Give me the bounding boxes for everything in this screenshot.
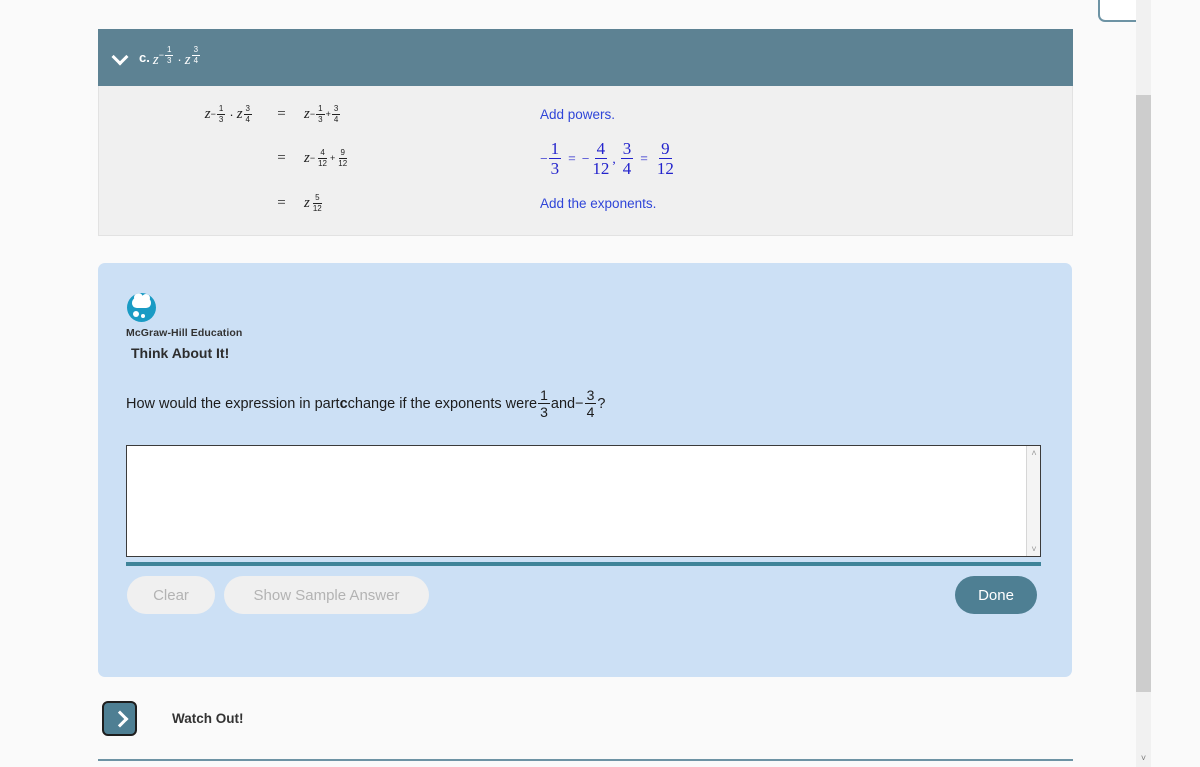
step-3-equals: =: [277, 194, 286, 211]
clear-button[interactable]: Clear: [127, 576, 215, 614]
step-1-right-expression: z −1 3 +3 4: [304, 103, 341, 124]
example-part-label: c.: [139, 50, 150, 65]
step-2-equals: =: [277, 150, 286, 166]
show-sample-answer-button[interactable]: Show Sample Answer: [224, 576, 429, 614]
scroll-up-icon[interactable]: ˄: [1027, 446, 1041, 460]
question-mark: ?: [597, 395, 606, 412]
step-2-right-expression: z −4 12 +9 12: [304, 148, 348, 168]
mcgraw-hill-brand-label: McGraw-Hill Education: [126, 327, 243, 339]
watch-out-label: Watch Out!: [172, 711, 244, 726]
worked-example-steps: z −1 3 · z 3 4 = z −1 3 +3 4 Add powers. = z −4 12 +9…: [99, 86, 1072, 215]
step-2-note-equation: −1 3 = −4 12, 3 4 = 9 12: [540, 139, 674, 178]
step-3-left-spacer: [99, 191, 259, 215]
mcgraw-hill-thought-bubble-icon: [127, 293, 156, 322]
question-minus-sign: −: [575, 395, 584, 412]
done-button[interactable]: Done: [955, 576, 1037, 614]
question-text-part-1: How would the expression in part: [126, 395, 340, 412]
worked-example-body: z −1 3 · z 3 4 = z −1 3 +3 4 Add powers. = z −4 12 +9…: [98, 86, 1073, 236]
watch-out-chevron-right-icon[interactable]: [102, 701, 137, 736]
scroll-down-icon[interactable]: ˅: [1136, 751, 1151, 766]
question-fraction-two: 34: [584, 387, 597, 420]
example-header-expression: z− 1 3 · z 3 4: [152, 44, 201, 69]
chevron-down-icon[interactable]: [112, 49, 129, 66]
step-3-note: Add the exponents.: [540, 195, 657, 211]
worked-example-header[interactable]: c. z− 1 3 · z 3 4: [98, 29, 1073, 86]
answer-scrollbar[interactable]: ˄ ˅: [1026, 446, 1040, 556]
page-scrollbar[interactable]: ˅: [1136, 0, 1151, 767]
step-1-equals: =: [277, 105, 286, 122]
question-part-letter: c: [339, 395, 348, 412]
answer-input[interactable]: [127, 446, 1026, 556]
step-1-left-expression: z −1 3 · z 3 4: [204, 103, 252, 124]
question-conjunction: and: [550, 395, 576, 412]
page-scrollbar-thumb[interactable]: [1136, 95, 1151, 692]
step-1-note: Add powers.: [540, 106, 616, 122]
answer-underline-divider: [126, 562, 1041, 566]
step-3-right-expression: z 5 12: [304, 192, 322, 213]
think-about-it-question: How would the expression in part c chang…: [126, 388, 605, 419]
bottom-divider: [98, 759, 1073, 761]
think-about-it-title: Think About It!: [131, 345, 230, 361]
step-2-left-spacer: [99, 140, 259, 177]
scroll-down-icon[interactable]: ˅: [1027, 542, 1041, 556]
answer-textarea-wrapper[interactable]: ˄ ˅: [126, 445, 1041, 557]
question-text-part-2: change if the exponents were: [347, 395, 538, 412]
question-fraction-one: 13: [538, 387, 550, 420]
